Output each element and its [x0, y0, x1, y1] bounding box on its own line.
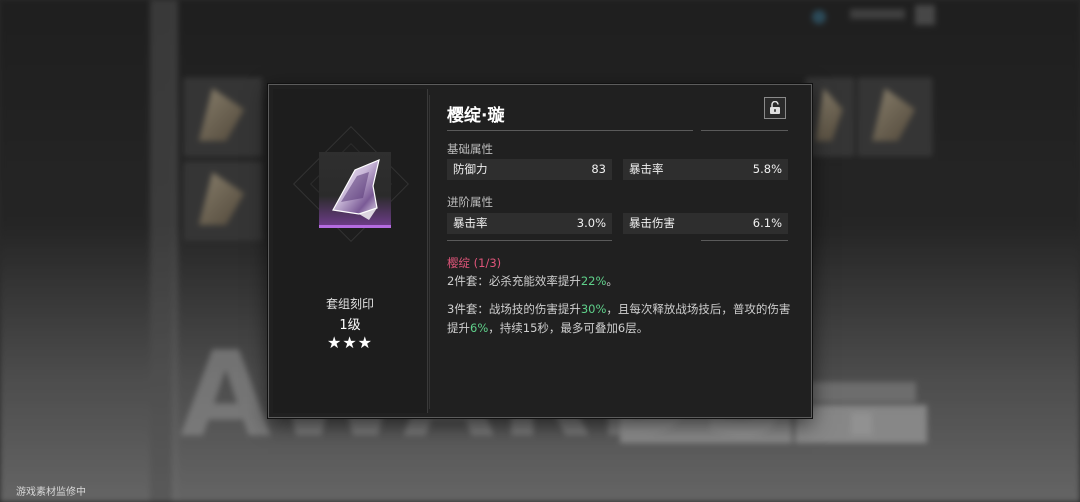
advanced-attributes-label: 进阶属性 [447, 195, 493, 209]
item-icon [319, 152, 391, 228]
set-effect-name: 樱绽 (1/3) [447, 256, 502, 270]
item-detail-popup: 套组刻印 1级 ★★★ 樱绽·璇 基础属性 防御力 83 暴击率 5.8% 进阶… [268, 84, 812, 418]
set-type-label: 套组刻印 [325, 297, 374, 311]
title-underline-right [701, 130, 788, 131]
title-underline [447, 130, 693, 131]
attribute-value: 5.8% [752, 162, 782, 176]
base-attributes-label: 基础属性 [447, 142, 493, 156]
attribute-value: 3.0% [576, 216, 606, 230]
lock-toggle-button[interactable] [764, 97, 786, 119]
advanced-attribute-1: 暴击率 3.0% [447, 213, 612, 234]
attributes-divider [447, 240, 612, 241]
item-preview-panel: 套组刻印 1级 ★★★ [273, 89, 428, 413]
attribute-name: 防御力 [453, 162, 488, 176]
item-info-panel: 樱绽·璇 基础属性 防御力 83 暴击率 5.8% 进阶属性 暴击率 3.0% … [445, 91, 791, 411]
base-attribute-1: 防御力 83 [447, 159, 612, 180]
base-attribute-2: 暴击率 5.8% [623, 159, 788, 180]
attributes-divider-right [701, 240, 788, 241]
advanced-attribute-2: 暴击伤害 6.1% [623, 213, 788, 234]
rarity-stars: ★★★ [326, 333, 374, 352]
item-level: 1级 [339, 318, 361, 333]
watermark-text: 游戏素材监修中 [16, 487, 86, 498]
attribute-name: 暴击率 [453, 216, 488, 230]
panel-divider [429, 95, 430, 409]
attribute-name: 暴击率 [629, 162, 664, 176]
item-name: 樱绽·璇 [447, 106, 505, 126]
three-piece-effect: 3件套：战场技的伤害提升30%，且每次释放战场技后，普攻的伤害提升6%，持续15… [447, 302, 791, 335]
attribute-value: 6.1% [752, 216, 782, 230]
attribute-name: 暴击伤害 [629, 216, 675, 230]
attribute-value: 83 [591, 162, 606, 176]
unlock-icon [770, 101, 780, 114]
two-piece-effect: 2件套：必杀充能效率提升22%。 [447, 274, 618, 288]
